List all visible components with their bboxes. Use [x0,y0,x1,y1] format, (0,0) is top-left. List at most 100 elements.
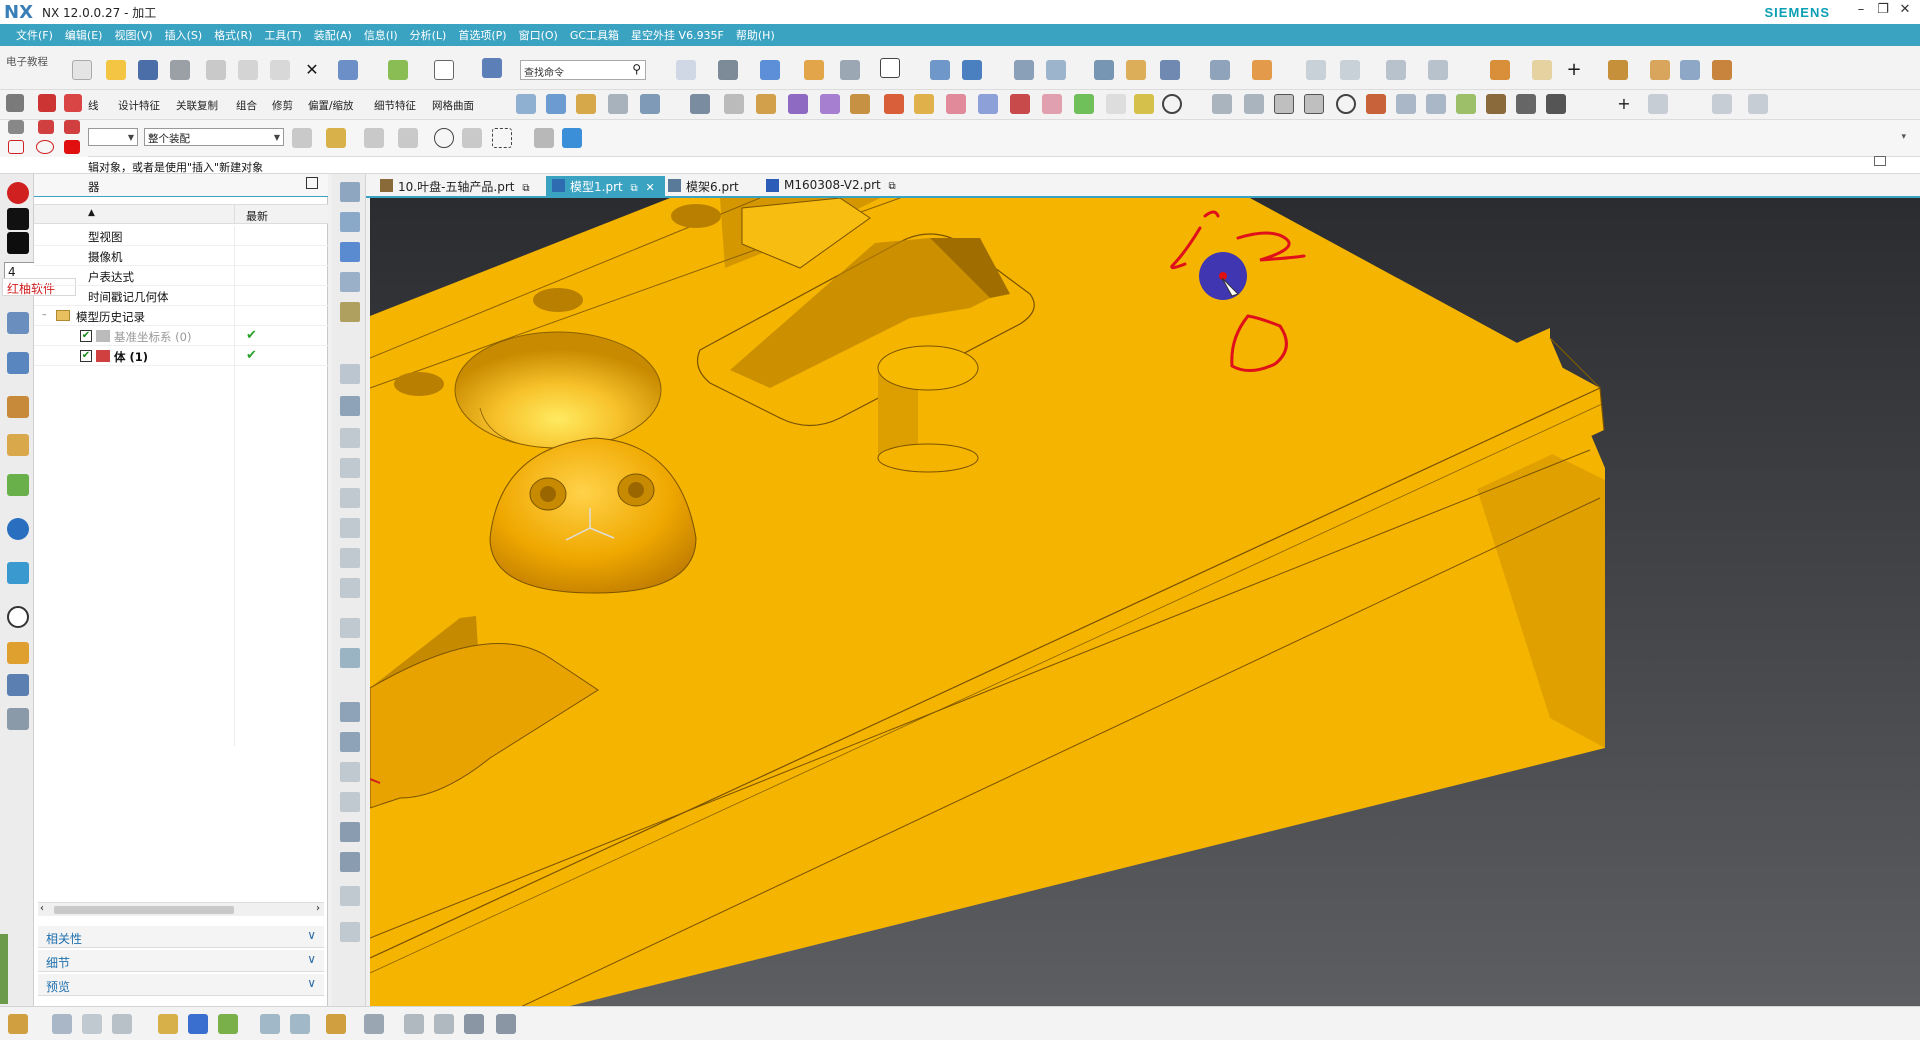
rail-icon-4[interactable] [340,272,360,292]
bottom-icon-12[interactable] [404,1014,424,1034]
rail-icon-20[interactable] [340,822,360,842]
maximize-panel-icon[interactable] [306,177,318,189]
collapse-icon[interactable]: – [42,310,47,320]
bottom-icon-11[interactable] [364,1014,384,1034]
feature-icon-25[interactable] [1456,94,1476,114]
rail-icon-1[interactable] [340,182,360,202]
bottom-icon-6[interactable] [188,1014,208,1034]
menu-preferences[interactable]: 首选项(P) [452,27,512,43]
ruler-icon[interactable] [1252,60,1272,80]
filter-icon[interactable] [1160,60,1180,80]
view-fit-icon[interactable] [676,60,696,80]
tree-row[interactable]: ✔ 体 (1) ✔ [34,346,328,366]
feature-icon-28[interactable] [1546,94,1566,114]
rail-icon-7[interactable] [340,396,360,416]
copy-icon[interactable] [238,60,258,80]
menu-gc-toolbox[interactable]: GC工具箱 [564,27,625,43]
menu-view[interactable]: 视图(V) [108,27,158,43]
mesh-surface-menu[interactable]: 网格曲面 [432,98,474,113]
visibility-checkbox[interactable]: ✔ [80,330,92,342]
menu-plugin[interactable]: 星空外挂 V6.935F [625,27,730,43]
details-panel[interactable]: 细节 ∨ [38,950,324,972]
search-command-field[interactable]: 查找命令 ⚲ [520,60,646,80]
bottom-icon-14[interactable] [464,1014,484,1034]
rail-icon-19[interactable] [340,792,360,812]
rail-icon-5[interactable] [340,302,360,322]
menu-help[interactable]: 帮助(H) [730,27,781,43]
hatch-icon[interactable] [1274,94,1294,114]
bottom-icon-10[interactable] [326,1014,346,1034]
rail-icon-17[interactable] [340,732,360,752]
table-icon[interactable] [1014,60,1034,80]
rail-icon-18[interactable] [340,762,360,782]
tutorial-label[interactable]: 电子教程 [6,54,48,69]
bottom-icon-1[interactable] [8,1014,28,1034]
rect-select-icon[interactable] [492,128,512,148]
cut-icon[interactable] [206,60,226,80]
bottom-icon-8[interactable] [260,1014,280,1034]
snap-icon-3[interactable] [398,128,418,148]
program-icon[interactable] [1712,60,1732,80]
cross-icon[interactable]: + [1614,94,1634,114]
menu-assembly[interactable]: 装配(A) [308,27,358,43]
eraser-icon[interactable] [64,94,82,112]
rail-icon-8[interactable] [340,428,360,448]
select-face-icon[interactable] [1428,60,1448,80]
feature-icon-29[interactable] [1648,94,1668,114]
machine-tool-icon[interactable] [7,352,29,374]
snap-icon-2[interactable] [364,128,384,148]
dependencies-panel[interactable]: 相关性 ∨ [38,926,324,948]
close-window-button[interactable]: ✕ [1894,2,1916,22]
feature-icon-13[interactable] [914,94,934,114]
window-icon[interactable] [434,60,454,80]
snap-icon[interactable] [1094,60,1114,80]
menu-insert[interactable]: 插入(S) [159,27,209,43]
collapse-ribbon-icon[interactable]: ▾ [1901,132,1906,142]
rail-icon-2[interactable] [340,212,360,232]
display-icon[interactable] [880,58,900,78]
snap-point-icon[interactable] [326,128,346,148]
menu-edit[interactable]: 编辑(E) [59,27,109,43]
rectangle-tool-icon[interactable] [8,140,24,154]
feature-icon-16[interactable] [1010,94,1030,114]
preview-panel[interactable]: 预览 ∨ [38,974,324,996]
bottom-icon-7[interactable] [218,1014,238,1034]
feature-icon-24[interactable] [1426,94,1446,114]
bottom-icon-4[interactable] [112,1014,132,1034]
menu-analysis[interactable]: 分析(L) [404,27,453,43]
red-line-icon[interactable] [38,120,54,134]
rail-icon-22[interactable] [340,886,360,906]
menu-format[interactable]: 格式(R) [208,27,258,43]
layer-icon[interactable] [804,60,824,80]
column-latest[interactable]: 最新 [246,208,268,224]
tree-row[interactable]: ✔ 基准坐标系 (0) ✔ [34,326,328,346]
spline-icon[interactable] [1366,94,1386,114]
component-icon[interactable] [962,60,982,80]
feature-icon-6[interactable] [690,94,710,114]
orient-icon[interactable] [840,60,860,80]
pencil-icon[interactable] [6,94,24,112]
pin-icon[interactable]: ⧉ [631,183,638,194]
arrow-tool-icon[interactable] [64,120,80,134]
operation-nav-icon[interactable] [7,312,29,334]
feature-icon-8[interactable] [756,94,776,114]
rail-icon-13[interactable] [340,578,360,598]
rail-icon-12[interactable] [340,548,360,568]
select-feature-icon[interactable] [292,128,312,148]
graphics-window[interactable] [370,198,1920,1006]
menu-window[interactable]: 窗口(O) [513,27,564,43]
tree-row[interactable]: 摄像机 [34,246,328,266]
save-note-icon[interactable] [7,232,29,254]
bottom-icon-9[interactable] [290,1014,310,1034]
tab-model1[interactable]: 模型1.prt ⧉ ✕ [546,176,665,196]
scrollbar-thumb[interactable] [54,906,234,914]
line-tool-icon[interactable] [8,120,24,134]
feature-icon-14[interactable] [946,94,966,114]
pin-icon[interactable]: ⧉ [889,181,896,192]
rail-icon-3[interactable] [340,242,360,262]
curve-menu[interactable]: 线 [88,98,99,113]
restore-button[interactable]: ❐ [1872,2,1894,22]
scope-dropdown[interactable]: 整个装配 ▼ [144,128,284,146]
feature-icon-27[interactable] [1516,94,1536,114]
bottom-icon-15[interactable] [496,1014,516,1034]
